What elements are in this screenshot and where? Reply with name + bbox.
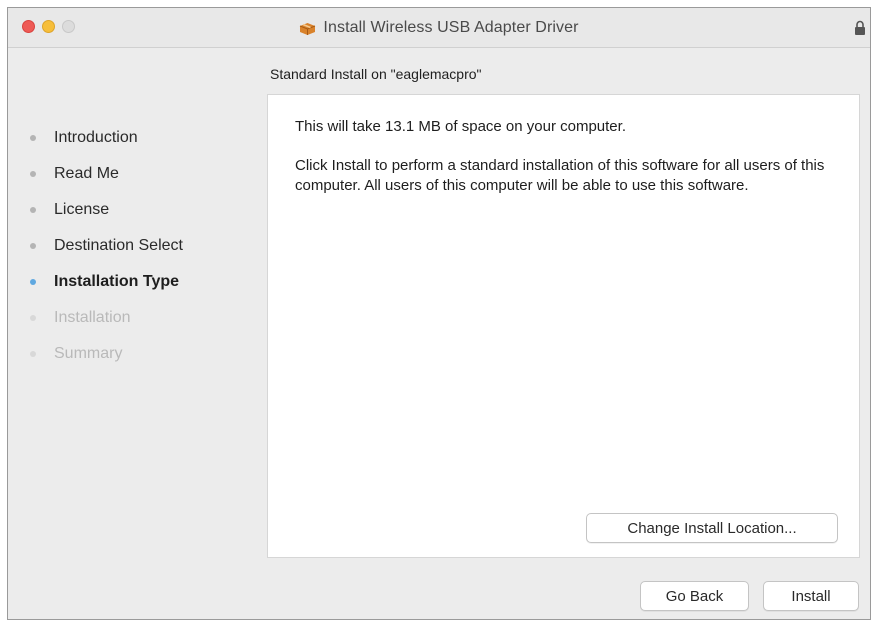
window-title: Install Wireless USB Adapter Driver bbox=[323, 19, 579, 36]
install-description-text: Click Install to perform a standard inst… bbox=[295, 157, 825, 194]
step-label: Installation Type bbox=[54, 273, 180, 290]
step-label: Installation bbox=[54, 309, 131, 326]
installer-package-icon bbox=[300, 22, 316, 35]
installer-window: Install Wireless USB Adapter Driver Intr… bbox=[7, 7, 871, 620]
step-destination-select: Destination Select bbox=[30, 228, 270, 264]
step-installation-type: Installation Type bbox=[30, 264, 270, 300]
step-label: Read Me bbox=[54, 165, 119, 182]
active-step-bullet-icon bbox=[30, 279, 36, 285]
step-bullet-icon bbox=[30, 171, 36, 177]
window-title-group: Install Wireless USB Adapter Driver bbox=[8, 8, 870, 48]
step-label: License bbox=[54, 201, 110, 218]
space-required-text: This will take 13.1 MB of space on your … bbox=[295, 118, 626, 135]
step-summary: Summary bbox=[30, 336, 270, 372]
lock-icon bbox=[855, 20, 865, 35]
install-info-panel: This will take 13.1 MB of space on your … bbox=[267, 94, 860, 558]
step-read-me: Read Me bbox=[30, 156, 270, 192]
step-bullet-icon bbox=[30, 243, 36, 249]
step-introduction: Introduction bbox=[30, 120, 270, 156]
step-installation: Installation bbox=[30, 300, 270, 336]
step-bullet-icon bbox=[30, 207, 36, 213]
step-bullet-icon bbox=[30, 315, 36, 321]
step-label: Summary bbox=[54, 345, 123, 362]
go-back-button[interactable]: Go Back bbox=[640, 581, 749, 611]
title-bar[interactable]: Install Wireless USB Adapter Driver bbox=[8, 8, 870, 48]
install-heading: Standard Install on "eaglemacpro" bbox=[270, 66, 482, 82]
step-label: Introduction bbox=[54, 129, 138, 146]
step-bullet-icon bbox=[30, 135, 36, 141]
step-bullet-icon bbox=[30, 351, 36, 357]
step-license: License bbox=[30, 192, 270, 228]
install-button[interactable]: Install bbox=[763, 581, 859, 611]
step-label: Destination Select bbox=[54, 237, 183, 254]
installer-steps: Introduction Read Me License Destination… bbox=[30, 120, 270, 372]
change-install-location-button[interactable]: Change Install Location... bbox=[586, 513, 838, 543]
